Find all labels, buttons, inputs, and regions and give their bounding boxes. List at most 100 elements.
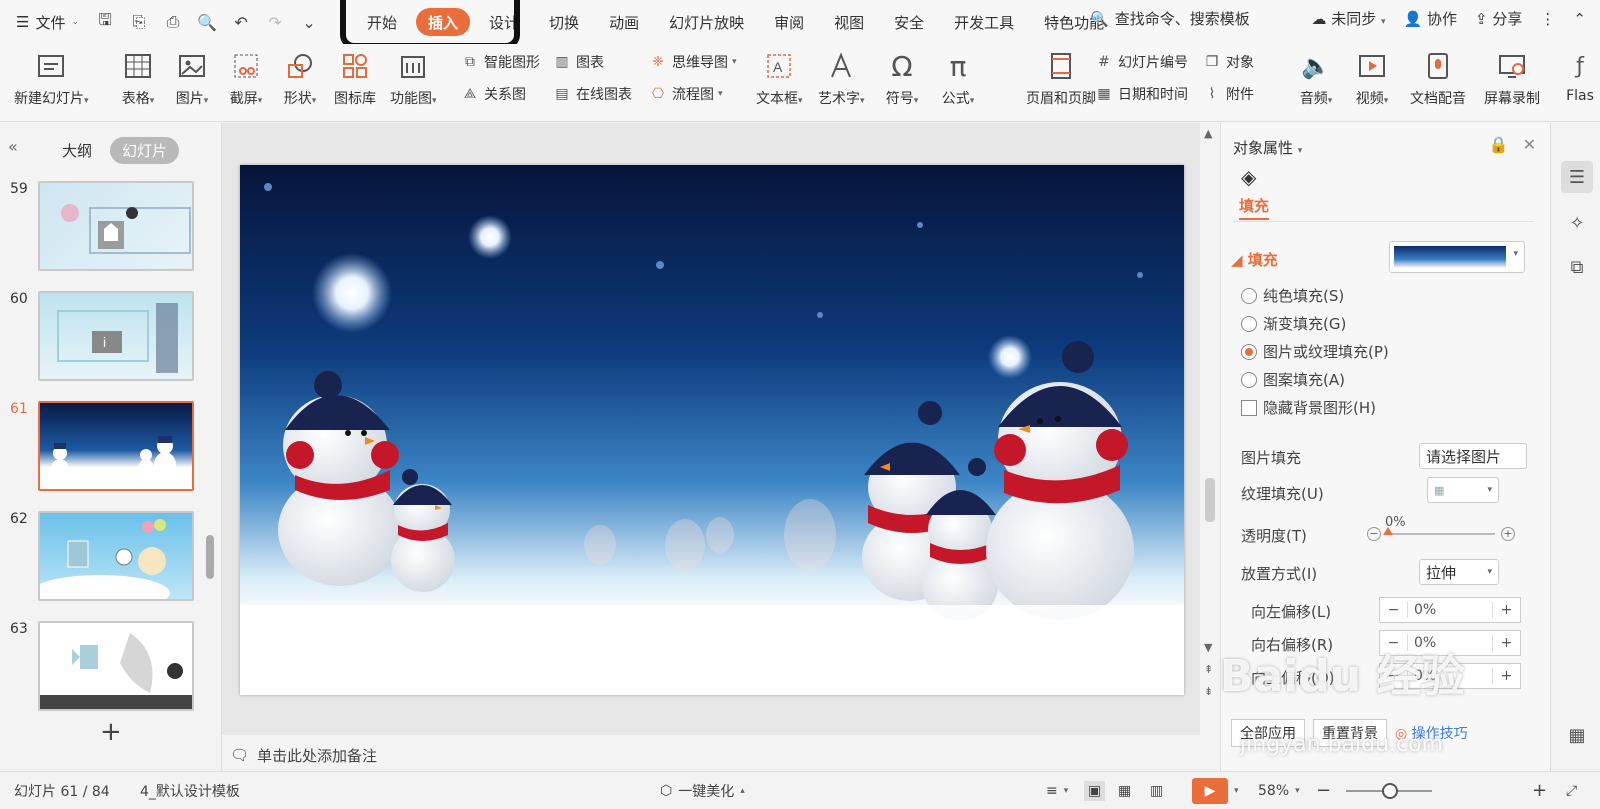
radio-button[interactable] xyxy=(1241,371,1257,388)
plus-icon[interactable]: + xyxy=(1492,635,1520,651)
tab-security[interactable]: 安全 xyxy=(879,8,939,36)
fill-section-header[interactable]: ◢ 填充 xyxy=(1231,249,1278,270)
offset-right-value[interactable]: 0% xyxy=(1408,635,1492,651)
print-preview-icon[interactable]: 🔍 xyxy=(193,8,221,36)
tab-fill[interactable]: 填充 xyxy=(1239,195,1270,220)
zoom-slider[interactable] xyxy=(1346,783,1432,799)
radio-solid-fill[interactable]: 纯色填充(S) xyxy=(1241,285,1344,306)
shape-button[interactable]: 形状▾ xyxy=(282,48,318,108)
textbox-button[interactable]: A 文本框▾ xyxy=(756,48,803,108)
audio-button[interactable]: 🔈 音频▾ xyxy=(1298,48,1334,108)
sync-button[interactable]: ☁ 未同步 ▾ xyxy=(1311,8,1385,29)
tab-insert[interactable]: 插入 xyxy=(416,8,471,36)
wordart-button[interactable]: 艺术字▾ xyxy=(818,48,865,108)
customize-icon[interactable]: ⌄ xyxy=(295,8,323,36)
screenshot-button[interactable]: 截屏▾ xyxy=(228,48,264,108)
slide-thumbnail[interactable]: i xyxy=(38,291,194,381)
apply-all-button[interactable]: 全部应用 xyxy=(1231,719,1305,747)
increase-icon[interactable]: + xyxy=(1501,527,1515,541)
tips-link[interactable]: ◎ 操作技巧 xyxy=(1395,719,1468,747)
fit-window-icon[interactable]: ⤢ xyxy=(1566,783,1577,799)
slide-thumbnail[interactable] xyxy=(38,621,194,711)
switch-icon[interactable]: ⧉ xyxy=(1561,251,1593,283)
lock-icon[interactable]: 🔒 xyxy=(1489,135,1509,154)
tab-transition[interactable]: 切换 xyxy=(534,8,594,36)
datetime-button[interactable]: ▦ 日期和时间 xyxy=(1094,84,1188,104)
reading-view-icon[interactable]: ▥ xyxy=(1150,783,1163,799)
scroll-up-icon[interactable]: ▲ xyxy=(1204,127,1212,140)
minus-icon[interactable]: − xyxy=(1380,635,1408,651)
texture-fill-select[interactable]: ▦ ▾ xyxy=(1427,477,1499,503)
tab-slideshow[interactable]: 幻灯片放映 xyxy=(654,8,759,36)
scroll-down-icon[interactable]: ▼ xyxy=(1204,641,1212,654)
hide-background-checkbox[interactable]: 隐藏背景图形(H) xyxy=(1241,397,1376,418)
offset-up-stepper[interactable]: −0% + xyxy=(1379,663,1521,689)
tab-review[interactable]: 审阅 xyxy=(759,8,819,36)
tab-slides[interactable]: 幻灯片 xyxy=(110,137,180,164)
header-footer-button[interactable]: 页眉和页脚 xyxy=(1026,48,1096,108)
radio-button[interactable] xyxy=(1241,287,1257,304)
properties-icon[interactable]: ☰ xyxy=(1561,161,1593,193)
notes-area[interactable]: 🗨 单击此处添加备注 xyxy=(222,739,1200,771)
plus-icon[interactable]: + xyxy=(1492,668,1520,684)
radio-button-selected[interactable] xyxy=(1241,343,1257,360)
add-slide-icon[interactable]: + xyxy=(100,717,122,747)
zoom-knob[interactable] xyxy=(1382,783,1398,799)
more-icon[interactable]: ⋮ xyxy=(1540,10,1555,28)
slide-thumbnail[interactable] xyxy=(38,511,194,601)
table-button[interactable]: 表格▾ xyxy=(120,48,156,108)
online-chart-button[interactable]: ▤ 在线图表 xyxy=(552,84,632,104)
slide-thumbnail-active[interactable] xyxy=(38,401,194,491)
beautify-button[interactable]: ⬡ 一键美化 ▴ xyxy=(660,781,745,801)
picture-button[interactable]: 图片▾ xyxy=(174,48,210,108)
scroll-thumb[interactable] xyxy=(1205,478,1215,522)
file-menu-button[interactable]: ☰ 文件 ⌄ xyxy=(16,12,85,33)
decrease-icon[interactable]: − xyxy=(1367,527,1381,541)
offset-right-stepper[interactable]: −0% + xyxy=(1379,630,1521,656)
play-slideshow-button[interactable]: ▶ ▾ xyxy=(1192,777,1239,804)
slide-thumbnail[interactable] xyxy=(38,181,194,271)
slide-sorter-icon[interactable]: ▦ xyxy=(1118,783,1131,799)
grid-apps-icon[interactable]: ▦ xyxy=(1561,719,1593,751)
transparency-slider[interactable] xyxy=(1385,533,1495,535)
offset-left-stepper[interactable]: −0% + xyxy=(1379,597,1521,623)
notes-toggle-icon[interactable]: ≡ ▾ xyxy=(1046,783,1068,799)
offset-left-value[interactable]: 0% xyxy=(1408,602,1492,618)
zoom-out-icon[interactable]: − xyxy=(1316,780,1331,801)
picture-fill-select[interactable]: 请选择图片 xyxy=(1419,443,1527,469)
flash-button[interactable]: ƒ Flas xyxy=(1562,48,1598,105)
slide-thumbnail-row[interactable]: 60 i xyxy=(10,291,200,381)
relation-chart-button[interactable]: ⟁ 关系图 xyxy=(460,84,526,104)
close-icon[interactable]: ✕ xyxy=(1523,135,1536,154)
chart-button[interactable]: ▥ 图表 xyxy=(552,52,604,72)
tab-design[interactable]: 设计 xyxy=(474,8,534,36)
undo-icon[interactable]: ↶ xyxy=(227,8,255,36)
radio-picture-fill[interactable]: 图片或纹理填充(P) xyxy=(1241,341,1389,362)
collapse-panel-icon[interactable]: « xyxy=(8,137,18,156)
mindmap-button[interactable]: ❈ 思维导图 ▾ xyxy=(648,52,736,72)
template-name[interactable]: 4_默认设计模板 xyxy=(140,781,240,801)
fill-preview-dropdown[interactable]: ▾ xyxy=(1389,241,1525,273)
checkbox[interactable] xyxy=(1241,399,1257,416)
collab-button[interactable]: 👤 协作 xyxy=(1404,8,1457,29)
narration-button[interactable]: 文档配音 xyxy=(1410,48,1466,108)
tab-developer[interactable]: 开发工具 xyxy=(939,8,1029,36)
share-button[interactable]: ⇪ 分享 xyxy=(1475,8,1522,29)
symbol-button[interactable]: Ω 符号▾ xyxy=(884,48,920,108)
minus-icon[interactable]: − xyxy=(1380,668,1408,684)
smart-shape-button[interactable]: ⧉ 智能图形 xyxy=(460,52,540,72)
radio-button[interactable] xyxy=(1241,315,1257,332)
function-chart-button[interactable]: 功能图▾ xyxy=(390,48,437,108)
paint-bucket-icon[interactable]: ◈ xyxy=(1241,165,1256,189)
normal-view-icon[interactable]: ▣ xyxy=(1084,780,1106,801)
panel-title[interactable]: 对象属性 ▾ xyxy=(1233,137,1302,158)
radio-pattern-fill[interactable]: 图案填充(A) xyxy=(1241,369,1345,390)
attachment-button[interactable]: ⌇ 附件 xyxy=(1202,84,1254,104)
tab-outline[interactable]: 大纲 xyxy=(50,137,104,164)
placement-select[interactable]: 拉伸 ▾ xyxy=(1419,559,1499,585)
zoom-in-icon[interactable]: + xyxy=(1532,780,1547,801)
command-search[interactable]: 🔍 查找命令、搜索模板 xyxy=(1090,8,1250,29)
canvas-vertical-scrollbar[interactable]: ▲ ▼ ⇞ ⇟ xyxy=(1200,123,1220,771)
thumbnail-scrollbar[interactable] xyxy=(206,535,214,579)
tab-view[interactable]: 视图 xyxy=(819,8,879,36)
